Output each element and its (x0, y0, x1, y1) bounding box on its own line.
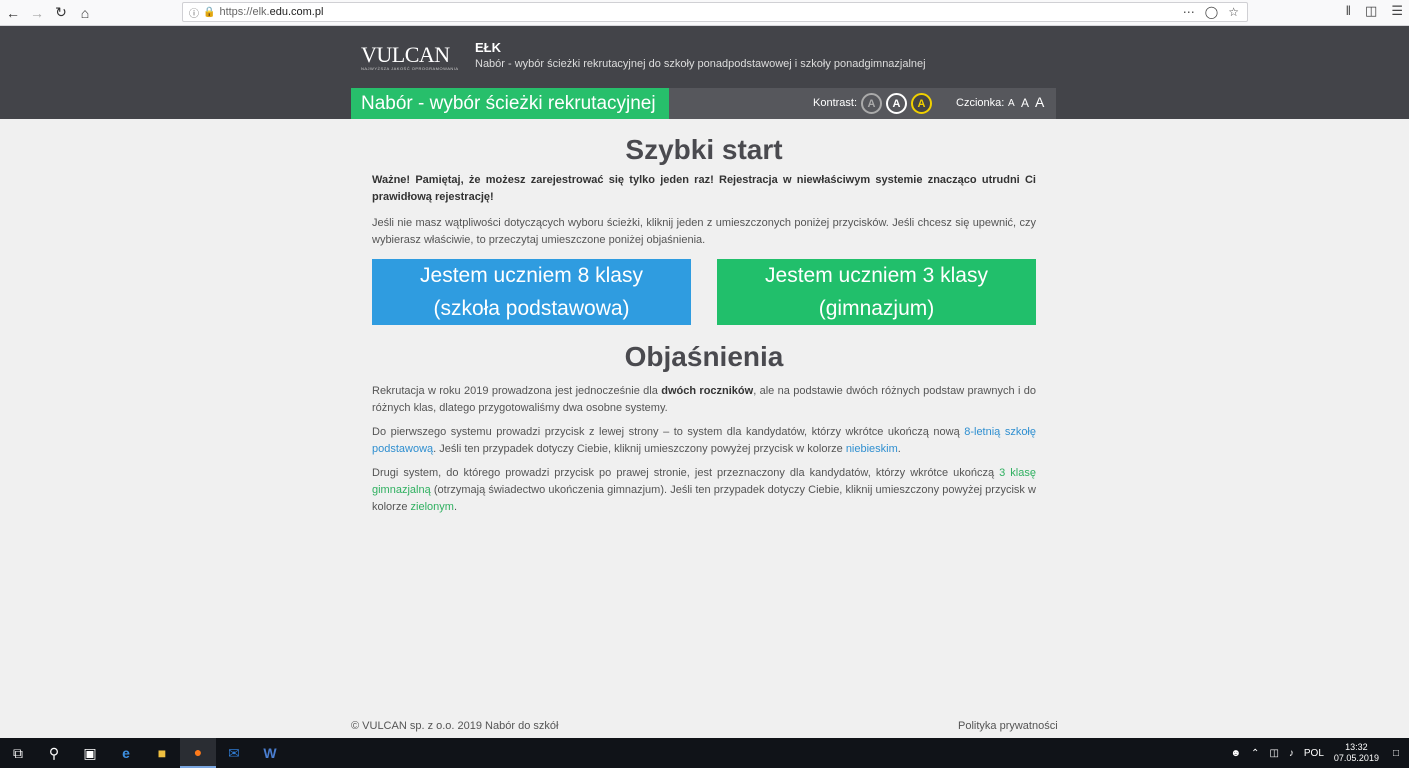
word-icon[interactable]: W (252, 738, 288, 768)
language-indicator[interactable]: POL (1304, 748, 1324, 759)
reload-icon[interactable]: ↻ (50, 2, 72, 24)
task-view-icon[interactable]: ▣ (72, 738, 108, 768)
clock[interactable]: 13:32 07.05.2019 (1334, 742, 1379, 764)
warning-text: Ważne! Pamiętaj, że możesz zarejestrować… (372, 174, 1036, 203)
search-icon[interactable]: ⚲ (36, 738, 72, 768)
back-arrow-icon[interactable]: ← (2, 2, 24, 24)
browser-toolbar: ← → ↻ ⌂ ⓘ 🔒 https://elk.edu.com.pl ⋯ ◯ ☆… (0, 0, 1409, 26)
url-bar[interactable]: ⓘ 🔒 https://elk.edu.com.pl ⋯ ◯ ☆ (182, 2, 1248, 22)
volume-icon[interactable]: ♪ (1289, 748, 1294, 759)
info-icon[interactable]: ⓘ (189, 5, 199, 20)
grade8-primary-button[interactable]: Jestem uczniem 8 klasy (szkoła podstawow… (372, 259, 691, 325)
accessibility-bar: Kontrast: A A A Czcionka: A A A (669, 88, 1056, 119)
contrast-yellow-button[interactable]: A (911, 93, 932, 114)
explanations-title: Objaśnienia (624, 341, 784, 372)
edge-browser-icon[interactable]: e (108, 738, 144, 768)
main-content: Szybki start Ważne! Pamiętaj, że możesz … (372, 119, 1036, 516)
lock-icon: 🔒 (203, 6, 216, 18)
contrast-high-button[interactable]: A (886, 93, 907, 114)
forward-arrow-icon[interactable]: → (26, 2, 48, 24)
intro-text: Jeśli nie masz wątpliwości dotyczących w… (372, 217, 1036, 246)
menu-icon[interactable]: ☰ (1391, 3, 1403, 19)
page-section-tab: Nabór - wybór ścieżki rekrutacyjnej (351, 88, 669, 119)
home-icon[interactable]: ⌂ (74, 2, 96, 24)
system-tray: ☻ ⌃ ◫ ♪ POL 13:32 07.05.2019 □ (1231, 738, 1409, 768)
blue-color-link[interactable]: niebieskim (846, 443, 898, 455)
url-text: https://elk.edu.com.pl (219, 6, 324, 18)
pocket-icon[interactable]: ◯ (1205, 5, 1218, 19)
sidebar-icon[interactable]: ◫ (1365, 3, 1377, 19)
vulcan-logo[interactable]: VULCAN NAJWYŻSZA JAKOŚĆ OPROGRAMOWANIA (361, 42, 459, 71)
grade3-gymnasium-button[interactable]: Jestem uczniem 3 klasy (gimnazjum) (717, 259, 1036, 325)
firefox-icon[interactable]: ● (180, 738, 216, 768)
footer-copyright: © VULCAN sp. z o.o. 2019 Nabór do szkół (351, 720, 559, 732)
font-large-button[interactable]: A (1035, 94, 1044, 110)
quick-start-title: Szybki start (625, 134, 783, 165)
windows-taskbar: ⧉ ⚲ ▣ e ■ ● ✉ W ☻ ⌃ ◫ ♪ POL 13:32 07.05.… (0, 738, 1409, 768)
font-medium-button[interactable]: A (1021, 96, 1029, 110)
network-icon[interactable]: ◫ (1269, 748, 1278, 759)
font-small-button[interactable]: A (1008, 98, 1015, 109)
page-actions-icon[interactable]: ⋯ (1183, 5, 1195, 19)
path-buttons: Jestem uczniem 8 klasy (szkoła podstawow… (372, 259, 1036, 325)
header-subtitle: Nabór - wybór ścieżki rekrutacyjnej do s… (475, 58, 926, 70)
town-name: EŁK (475, 40, 501, 55)
site-header: VULCAN NAJWYŻSZA JAKOŚĆ OPROGRAMOWANIA E… (0, 26, 1409, 119)
contrast-label: Kontrast: (813, 97, 858, 109)
explanation-paragraph-1: Rekrutacja w roku 2019 prowadzona jest j… (372, 385, 1036, 414)
library-icon[interactable]: ‖ (1346, 3, 1351, 19)
explanation-paragraph-2: Do pierwszego systemu prowadzi przycisk … (372, 426, 1036, 455)
green-color-link[interactable]: zielonym (411, 501, 454, 513)
privacy-policy-link[interactable]: Polityka prywatności (958, 720, 1058, 732)
windows-start-icon[interactable]: ⧉ (0, 738, 36, 768)
outlook-icon[interactable]: ✉ (216, 738, 252, 768)
bookmark-star-icon[interactable]: ☆ (1228, 5, 1239, 19)
notifications-icon[interactable]: □ (1393, 748, 1399, 759)
explanation-paragraph-3: Drugi system, do którego prowadzi przyci… (372, 467, 1036, 513)
file-explorer-icon[interactable]: ■ (144, 738, 180, 768)
tray-expand-icon[interactable]: ⌃ (1251, 748, 1259, 759)
people-icon[interactable]: ☻ (1231, 748, 1242, 759)
font-size-label: Czcionka: (956, 97, 1005, 109)
contrast-normal-button[interactable]: A (861, 93, 882, 114)
